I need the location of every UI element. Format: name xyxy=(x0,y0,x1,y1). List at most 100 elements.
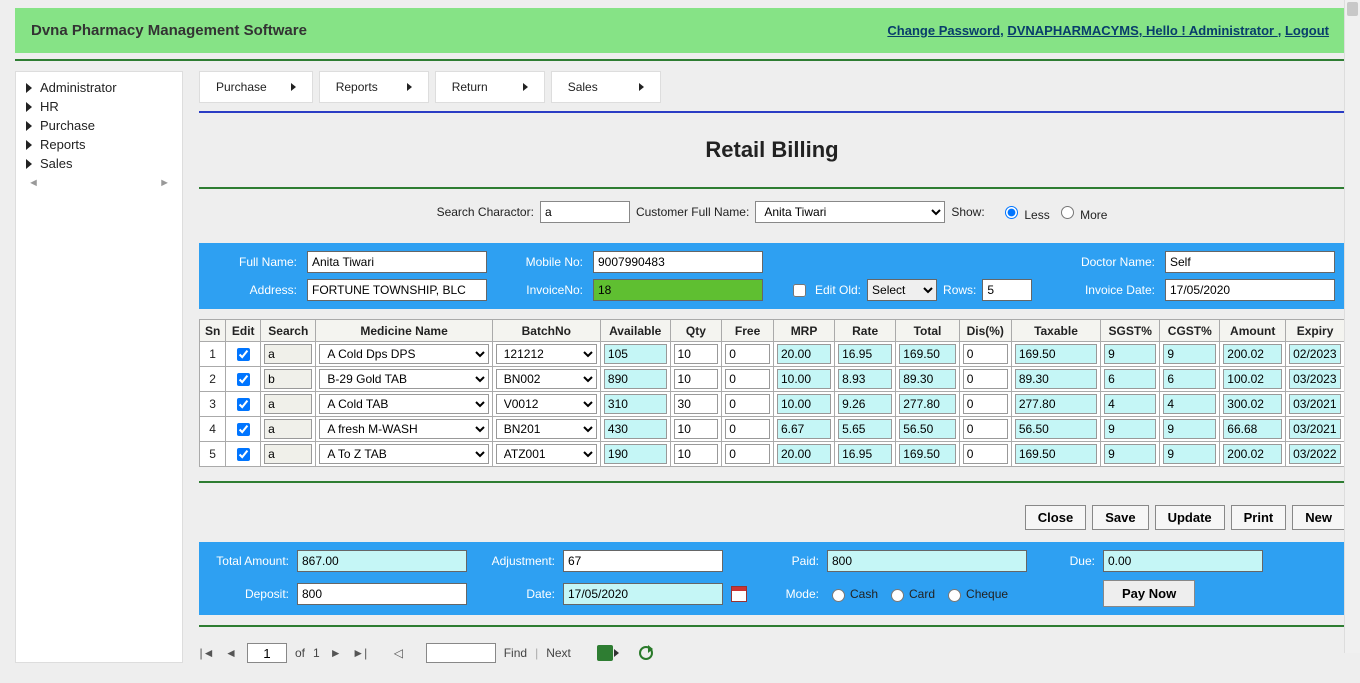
pager-page-input[interactable] xyxy=(247,643,287,663)
expiry-input[interactable] xyxy=(1289,394,1341,414)
qty-input[interactable] xyxy=(674,394,719,414)
customer-name-select[interactable]: Anita Tiwari xyxy=(755,201,945,223)
mode-cheque-option[interactable]: Cheque xyxy=(943,586,1008,602)
tab-purchase[interactable]: Purchase xyxy=(199,71,313,103)
mrp-input[interactable] xyxy=(777,369,831,389)
user-greeting-link[interactable]: DVNAPHARMACYMS, Hello ! Administrator xyxy=(1007,23,1277,38)
cgst-input[interactable] xyxy=(1163,444,1216,464)
taxable-input[interactable] xyxy=(1015,419,1097,439)
save-button[interactable]: Save xyxy=(1092,505,1148,530)
mode-cash-option[interactable]: Cash xyxy=(827,586,878,602)
disc-input[interactable] xyxy=(963,444,1008,464)
available-input[interactable] xyxy=(604,369,667,389)
edit-checkbox[interactable] xyxy=(237,373,250,386)
edit-checkbox[interactable] xyxy=(237,348,250,361)
sidebar-item-hr[interactable]: HR xyxy=(24,97,174,116)
free-input[interactable] xyxy=(725,369,770,389)
rows-input[interactable] xyxy=(982,279,1032,301)
medicine-select[interactable]: A Cold TAB xyxy=(319,394,488,414)
medicine-select[interactable]: A fresh M-WASH xyxy=(319,419,488,439)
change-password-link[interactable]: Change Password xyxy=(887,23,1000,38)
edit-checkbox[interactable] xyxy=(237,423,250,436)
sidebar-item-sales[interactable]: Sales xyxy=(24,154,174,173)
mode-card-option[interactable]: Card xyxy=(886,586,935,602)
batch-select[interactable]: ATZ001 xyxy=(496,444,597,464)
taxable-input[interactable] xyxy=(1015,444,1097,464)
amount-input[interactable] xyxy=(1223,344,1282,364)
doctor-name-input[interactable] xyxy=(1165,251,1335,273)
disc-input[interactable] xyxy=(963,344,1008,364)
cgst-input[interactable] xyxy=(1163,369,1216,389)
medicine-select[interactable]: A Cold Dps DPS xyxy=(319,344,488,364)
sidebar-item-administrator[interactable]: Administrator xyxy=(24,78,174,97)
taxable-input[interactable] xyxy=(1015,369,1097,389)
rate-input[interactable] xyxy=(838,394,892,414)
edit-checkbox[interactable] xyxy=(237,448,250,461)
free-input[interactable] xyxy=(725,394,770,414)
new-button[interactable]: New xyxy=(1292,505,1345,530)
taxable-input[interactable] xyxy=(1015,344,1097,364)
due-input[interactable] xyxy=(1103,550,1263,572)
cgst-input[interactable] xyxy=(1163,419,1216,439)
qty-input[interactable] xyxy=(674,419,719,439)
free-input[interactable] xyxy=(725,419,770,439)
edit-old-select[interactable]: Select xyxy=(867,279,937,301)
batch-select[interactable]: BN201 xyxy=(496,419,597,439)
qty-input[interactable] xyxy=(674,369,719,389)
disc-input[interactable] xyxy=(963,394,1008,414)
calendar-icon[interactable] xyxy=(731,586,747,602)
amount-input[interactable] xyxy=(1223,444,1282,464)
mrp-input[interactable] xyxy=(777,419,831,439)
pager-back-icon[interactable]: ◁ xyxy=(390,645,406,661)
sgst-input[interactable] xyxy=(1104,419,1156,439)
rate-input[interactable] xyxy=(838,444,892,464)
pager-first-icon[interactable]: |◄ xyxy=(199,645,215,661)
rate-input[interactable] xyxy=(838,344,892,364)
pager-last-icon[interactable]: ►| xyxy=(352,645,368,661)
disc-input[interactable] xyxy=(963,419,1008,439)
refresh-icon[interactable] xyxy=(639,646,653,660)
cgst-input[interactable] xyxy=(1163,394,1216,414)
search-char-input[interactable] xyxy=(540,201,630,223)
deposit-input[interactable] xyxy=(297,583,467,605)
total-input[interactable] xyxy=(899,369,955,389)
pager-find-label[interactable]: Find xyxy=(504,646,527,660)
paid-input[interactable] xyxy=(827,550,1027,572)
taxable-input[interactable] xyxy=(1015,394,1097,414)
sgst-input[interactable] xyxy=(1104,369,1156,389)
amount-input[interactable] xyxy=(1223,394,1282,414)
sgst-input[interactable] xyxy=(1104,444,1156,464)
pay-now-button[interactable]: Pay Now xyxy=(1103,580,1195,607)
batch-select[interactable]: 121212 xyxy=(496,344,597,364)
search-input[interactable] xyxy=(264,419,312,439)
show-less-option[interactable]: Less xyxy=(1000,203,1050,222)
logout-link[interactable]: Logout xyxy=(1285,23,1329,38)
batch-select[interactable]: BN002 xyxy=(496,369,597,389)
mrp-input[interactable] xyxy=(777,344,831,364)
medicine-select[interactable]: B-29 Gold TAB xyxy=(319,369,488,389)
show-more-option[interactable]: More xyxy=(1056,203,1108,222)
total-input[interactable] xyxy=(899,394,955,414)
total-input[interactable] xyxy=(899,344,955,364)
sgst-input[interactable] xyxy=(1104,344,1156,364)
edit-old-checkbox[interactable] xyxy=(793,284,806,297)
sgst-input[interactable] xyxy=(1104,394,1156,414)
expiry-input[interactable] xyxy=(1289,369,1341,389)
free-input[interactable] xyxy=(725,344,770,364)
sidebar-scroll-left-icon[interactable]: ◄ xyxy=(28,177,39,189)
tab-sales[interactable]: Sales xyxy=(551,71,661,103)
tab-return[interactable]: Return xyxy=(435,71,545,103)
qty-input[interactable] xyxy=(674,444,719,464)
available-input[interactable] xyxy=(604,394,667,414)
close-button[interactable]: Close xyxy=(1025,505,1086,530)
mrp-input[interactable] xyxy=(777,444,831,464)
edit-checkbox[interactable] xyxy=(237,398,250,411)
pager-next-icon[interactable]: ► xyxy=(328,645,344,661)
window-scrollbar[interactable] xyxy=(1344,0,1360,653)
available-input[interactable] xyxy=(604,344,667,364)
mrp-input[interactable] xyxy=(777,394,831,414)
medicine-select[interactable]: A To Z TAB xyxy=(319,444,488,464)
full-name-input[interactable] xyxy=(307,251,487,273)
export-icon[interactable] xyxy=(597,645,613,661)
disc-input[interactable] xyxy=(963,369,1008,389)
